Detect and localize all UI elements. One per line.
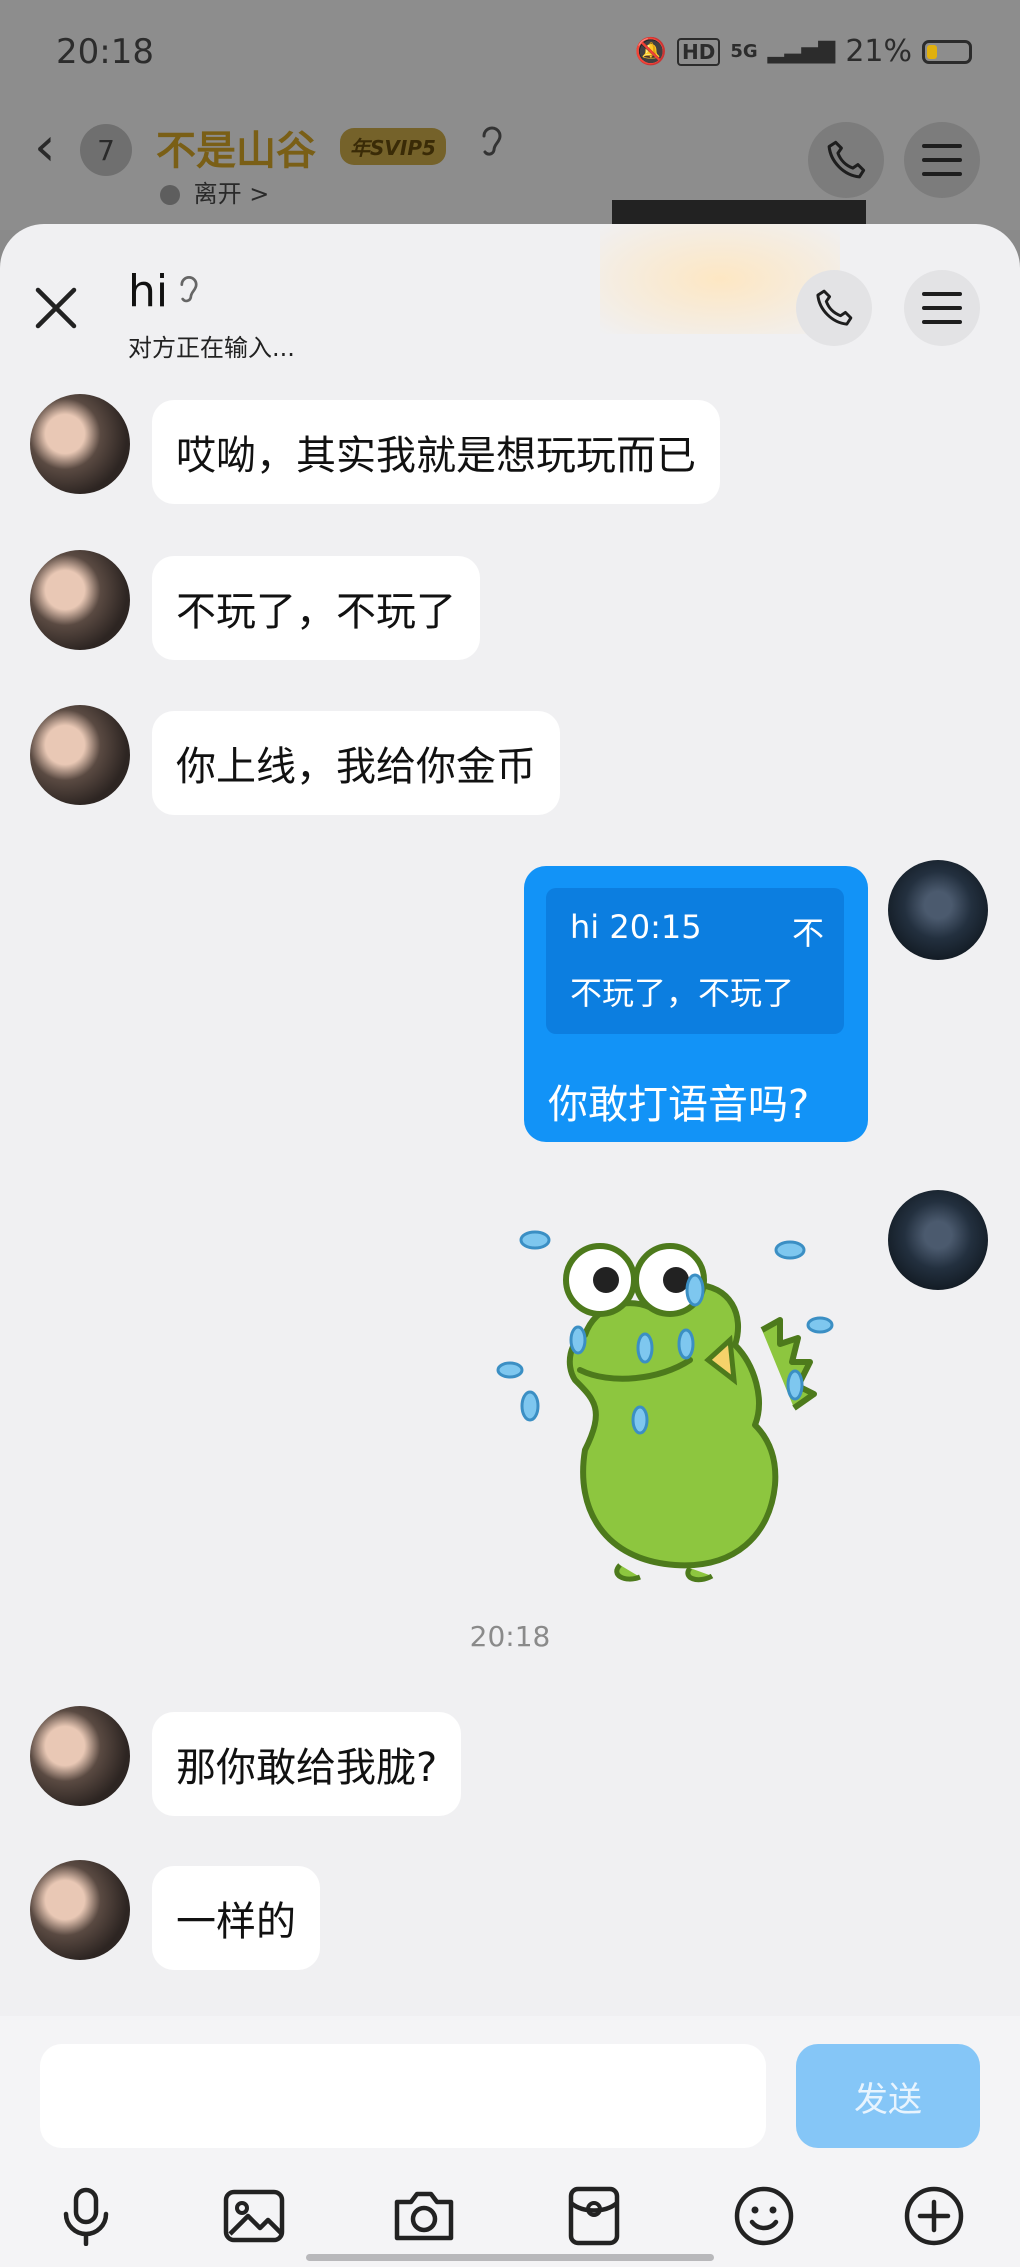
status-time: 20:18 (56, 32, 154, 72)
emoji-icon[interactable] (724, 2176, 804, 2256)
image-icon[interactable] (214, 2176, 294, 2256)
quote-body: 不玩了，不玩了 (570, 974, 795, 1012)
frog-sweating-sticker[interactable] (490, 1220, 860, 1590)
microphone-icon[interactable] (46, 2176, 126, 2256)
voice-call-button[interactable] (796, 270, 872, 346)
mute-bell-icon: 🔕 (634, 36, 667, 67)
message-bubble[interactable]: 哎呦，其实我就是想玩玩而已 (152, 400, 720, 504)
contact-avatar[interactable] (30, 705, 130, 805)
quote-header: hi 20:15 (570, 908, 702, 946)
message-timestamp: 20:18 (469, 1620, 551, 1653)
menu-icon (922, 144, 962, 176)
message-composer: 发送 (0, 2016, 1020, 2267)
signal-icon: ▂▃▅▇ (767, 39, 836, 64)
contact-avatar[interactable] (30, 1860, 130, 1960)
message-bubble[interactable]: 不玩了，不玩了 (152, 556, 480, 660)
message-bubble[interactable]: 那你敢给我胧? (152, 1712, 462, 1816)
background-phone-button[interactable] (808, 122, 884, 198)
phone-icon (827, 140, 866, 179)
contact-avatar[interactable] (30, 550, 130, 650)
close-button[interactable] (28, 280, 84, 336)
message-bubble[interactable]: 你上线，我给你金币 (152, 711, 560, 815)
contact-avatar[interactable] (30, 1706, 130, 1806)
home-indicator (306, 2254, 714, 2261)
vip-badge: 年SVIP5 (340, 128, 446, 165)
background-chat-title: 不是山谷 (156, 128, 316, 174)
ear-icon (176, 272, 202, 316)
typing-status: 对方正在输入... (128, 334, 295, 362)
background-chat-status: 离开 > (160, 174, 269, 209)
self-avatar[interactable] (888, 1190, 988, 1290)
plus-icon[interactable] (894, 2176, 974, 2256)
status-icons: 🔕 HD 5G ▂▃▅▇ 21% (635, 34, 972, 69)
chat-title: hi (128, 266, 169, 317)
ear-icon (478, 122, 506, 171)
quoted-message[interactable]: hi 20:15 不 不玩了，不玩了 (546, 888, 844, 1034)
back-icon[interactable]: ‹ (34, 120, 56, 174)
self-avatar[interactable] (888, 860, 988, 960)
camera-icon[interactable] (384, 2176, 464, 2256)
chat-menu-button[interactable] (904, 270, 980, 346)
menu-icon (922, 292, 962, 324)
unread-count-badge: 7 (80, 124, 132, 176)
background-menu-button[interactable] (904, 122, 980, 198)
message-input[interactable] (40, 2044, 766, 2148)
close-icon (35, 287, 77, 329)
red-packet-icon[interactable] (554, 2176, 634, 2256)
send-button[interactable]: 发送 (796, 2044, 980, 2148)
background-chat-overlay: 20:18 🔕 HD 5G ▂▃▅▇ 21% ‹ 7 不是山谷 年SVIP5 离… (0, 0, 1020, 240)
composer-toolbar (0, 2176, 1020, 2256)
reply-text: 你敢打语音吗? (548, 1082, 810, 1128)
clock-icon (160, 185, 180, 205)
hd-icon: HD (676, 37, 721, 66)
message-bubble[interactable]: 一样的 (152, 1866, 320, 1970)
phone-icon (816, 289, 853, 326)
network-label: 5G (730, 41, 758, 62)
contact-avatar[interactable] (30, 394, 130, 494)
quote-tail: 不 (791, 914, 824, 952)
reply-message-bubble[interactable]: hi 20:15 不 不玩了，不玩了 你敢打语音吗? (524, 866, 868, 1142)
battery-icon (922, 39, 972, 64)
battery-percent: 21% (845, 34, 912, 69)
